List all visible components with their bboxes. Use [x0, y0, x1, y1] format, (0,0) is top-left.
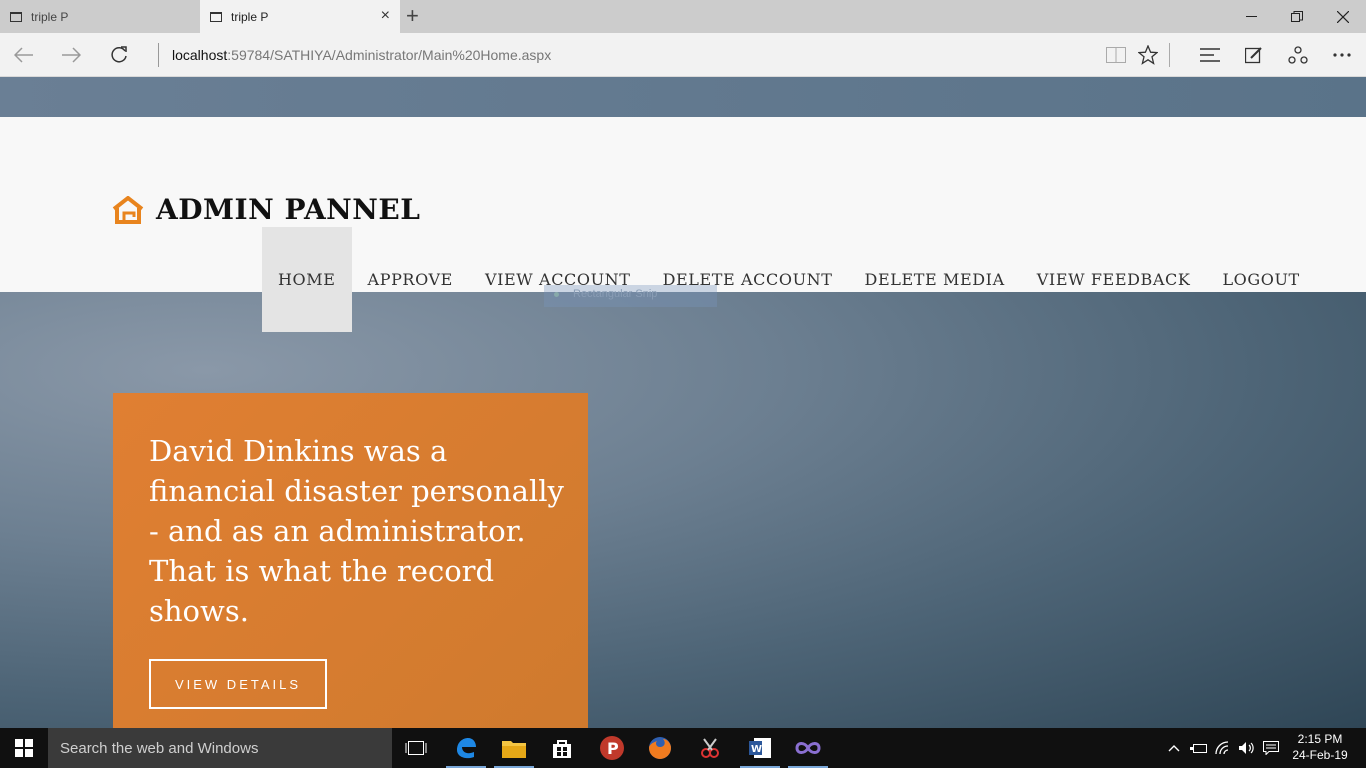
- page-icon: [10, 11, 22, 22]
- snipping-tool-overlay: Rectangular Snip: [544, 285, 717, 307]
- restore-icon[interactable]: [1274, 0, 1320, 33]
- nav-item-home[interactable]: HOME: [262, 227, 352, 332]
- nav-item-view-account[interactable]: VIEW ACCOUNT: [469, 227, 647, 332]
- battery-icon[interactable]: [1188, 728, 1210, 768]
- wifi-icon[interactable]: [1213, 728, 1235, 768]
- site-logo[interactable]: ADMIN PANNEL: [112, 193, 420, 226]
- new-tab-icon[interactable]: +: [406, 4, 419, 28]
- back-arrow-icon[interactable]: [9, 41, 39, 69]
- windows-start-icon[interactable]: [0, 728, 48, 768]
- url-host: localhost: [172, 47, 228, 63]
- snip-mode-icon: [554, 291, 559, 297]
- browser-tab[interactable]: triple P: [0, 0, 200, 33]
- app-p-icon[interactable]: P: [588, 728, 636, 768]
- home-icon: [112, 195, 144, 224]
- tab-title: triple P: [231, 9, 269, 24]
- tab-title: triple P: [31, 9, 69, 24]
- view-details-button[interactable]: VIEW DETAILS: [149, 659, 327, 709]
- volume-icon[interactable]: [1236, 728, 1258, 768]
- store-icon[interactable]: [538, 728, 586, 768]
- snipping-tool-icon[interactable]: [686, 728, 734, 768]
- nav-item-view-feedback[interactable]: VIEW FEEDBACK: [1021, 227, 1207, 332]
- page-icon: [210, 11, 222, 22]
- nav-item-delete-media[interactable]: DELETE MEDIA: [849, 227, 1021, 332]
- nav-item-logout[interactable]: LOGOUT: [1206, 227, 1315, 332]
- snip-label: Rectangular Snip: [573, 288, 658, 300]
- divider: [158, 43, 159, 67]
- more-icon[interactable]: [1326, 41, 1358, 69]
- hub-icon[interactable]: [1194, 41, 1226, 69]
- minimize-icon[interactable]: [1228, 0, 1274, 33]
- top-banner-strip: [0, 77, 1366, 117]
- task-view-icon[interactable]: [392, 728, 440, 768]
- word-icon[interactable]: W: [736, 728, 784, 768]
- taskbar-search-input[interactable]: Search the web and Windows: [48, 728, 392, 768]
- show-hidden-icons-chevron-icon[interactable]: [1164, 728, 1184, 768]
- url-field[interactable]: localhost:59784/SATHIYA/Administrator/Ma…: [172, 47, 551, 63]
- nav-item-approve[interactable]: APPROVE: [352, 227, 469, 332]
- browser-tab-bar: triple P triple P × +: [0, 0, 1366, 33]
- svg-text:W: W: [751, 744, 762, 755]
- visual-studio-icon[interactable]: [784, 728, 832, 768]
- svg-text:P: P: [607, 739, 619, 758]
- action-center-icon[interactable]: [1260, 728, 1282, 768]
- divider: [1169, 43, 1170, 67]
- clock-date: 24-Feb-19: [1292, 748, 1348, 762]
- browser-tab-active[interactable]: triple P ×: [200, 0, 400, 33]
- close-tab-icon[interactable]: ×: [381, 8, 390, 24]
- nav-item-delete-account[interactable]: DELETE ACCOUNT: [647, 227, 849, 332]
- hero-quote: David Dinkins was a financial disaster p…: [149, 434, 564, 628]
- taskbar-clock[interactable]: 2:15 PM 24-Feb-19: [1290, 731, 1350, 763]
- windows-taskbar: Search the web and Windows P W 2:15 PM 2…: [0, 728, 1366, 768]
- url-path: :59784/SATHIYA/Administrator/Main%20Home…: [227, 47, 552, 63]
- share-icon[interactable]: [1282, 41, 1314, 69]
- refresh-icon[interactable]: [104, 41, 134, 69]
- file-explorer-icon[interactable]: [490, 728, 538, 768]
- window-close-icon[interactable]: [1320, 0, 1366, 33]
- reading-view-icon[interactable]: [1100, 41, 1132, 69]
- forward-arrow-icon[interactable]: [56, 41, 86, 69]
- web-page: ADMIN PANNEL HOME APPROVE VIEW ACCOUNT D…: [0, 77, 1366, 728]
- site-header: ADMIN PANNEL HOME APPROVE VIEW ACCOUNT D…: [0, 117, 1366, 332]
- hero-card: David Dinkins was a financial disaster p…: [113, 393, 588, 728]
- firefox-icon[interactable]: [636, 728, 684, 768]
- address-bar: localhost:59784/SATHIYA/Administrator/Ma…: [0, 33, 1366, 77]
- web-note-icon[interactable]: [1238, 41, 1270, 69]
- logo-title: ADMIN PANNEL: [156, 193, 421, 226]
- edge-browser-icon[interactable]: [442, 728, 490, 768]
- clock-time: 2:15 PM: [1297, 732, 1343, 746]
- main-nav: HOME APPROVE VIEW ACCOUNT DELETE ACCOUNT…: [262, 227, 1316, 332]
- favorite-star-icon[interactable]: [1132, 41, 1164, 69]
